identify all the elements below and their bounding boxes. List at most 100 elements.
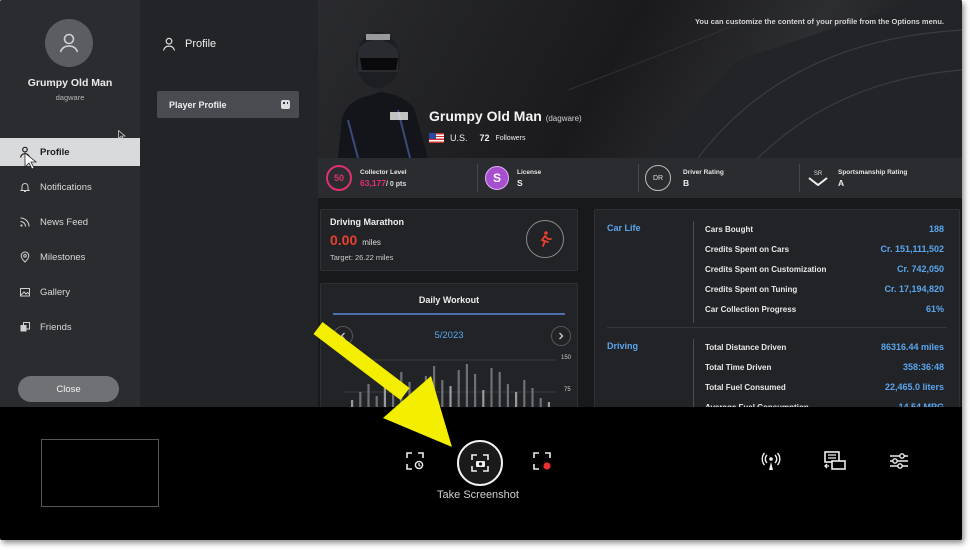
person-icon — [59, 33, 79, 53]
gallery-icon — [18, 285, 32, 299]
stat-row-value: Cr. 17,194,820 — [884, 284, 944, 294]
recent-capture-button[interactable] — [403, 449, 427, 473]
stat-row-label: Total Time Driven — [705, 363, 772, 372]
stat-row-value: Cr. 151,111,502 — [880, 244, 944, 254]
sidebar: Grumpy Old Man dagware Profile Notificat… — [0, 0, 140, 407]
sidebar-item-notifications[interactable]: Notifications — [0, 173, 140, 201]
toolbar-caption: Take Screenshot — [437, 489, 519, 501]
sidebar-item-label: Milestones — [40, 251, 86, 263]
workout-bar — [400, 372, 403, 410]
followers-label: Followers — [495, 134, 526, 142]
stat-row-label: Credits Spent on Cars — [705, 245, 790, 254]
license-badge: S — [485, 166, 509, 190]
sidebar-item-news-feed[interactable]: News Feed — [0, 208, 140, 236]
divider — [799, 164, 800, 192]
face-icon — [281, 100, 290, 109]
profile-name: Grumpy Old Man (dagware) — [429, 108, 582, 124]
sportsmanship-value: A — [838, 177, 845, 188]
collector-points-value: 63,177 — [360, 177, 386, 188]
record-button[interactable] — [530, 449, 554, 473]
share-screen-button[interactable] — [822, 449, 848, 473]
bell-icon — [18, 180, 32, 194]
workout-bar — [523, 380, 526, 410]
collector-points-suffix: / 0 pts — [386, 180, 407, 188]
workout-bar — [490, 368, 493, 410]
sportsmanship-label: Sportsmanship Rating — [838, 168, 908, 176]
marathon-value: 0.00 — [330, 232, 358, 248]
stat-row-label: Total Fuel Consumed — [705, 383, 786, 392]
stat-row-label: Total Distance Driven — [705, 343, 787, 352]
profile-meta: U.S. 72 Followers — [429, 133, 525, 143]
stat-row-label: Car Collection Progress — [705, 305, 797, 314]
marathon-unit: miles — [362, 238, 381, 247]
us-flag-icon — [429, 133, 444, 143]
stat-row-value: 22,465.0 liters — [884, 382, 944, 392]
profile-subpanel: Profile — [140, 0, 318, 407]
sidebar-item-profile[interactable]: Profile — [0, 138, 140, 166]
workout-bar — [424, 376, 427, 410]
driver-rating-label: Driver Rating — [683, 168, 724, 176]
user-name: Grumpy Old Man — [27, 77, 113, 89]
stats-strip: 50 Collector Level 63,177/ 0 pts S Licen… — [318, 158, 962, 198]
stat-collector-level[interactable]: 50 Collector Level 63,177/ 0 pts — [326, 158, 407, 198]
player-profile-label: Player Profile — [169, 99, 227, 110]
stat-driver-rating[interactable]: DR Driver Rating B — [645, 158, 724, 198]
workout-bar — [408, 382, 411, 410]
stat-sportsmanship-rating[interactable]: SR Sportsmanship Rating A — [806, 158, 907, 198]
stat-row-label: Credits Spent on Tuning — [705, 285, 798, 294]
country: U.S. — [450, 133, 468, 143]
workout-bar — [383, 378, 386, 410]
broadcast-icon — [761, 452, 781, 470]
daily-workout-card: Daily Workout 5/2023 150 75 — [320, 283, 578, 411]
system-toolbar: Take Screenshot — [0, 407, 962, 540]
marathon-title: Driving Marathon — [330, 217, 405, 227]
divider — [638, 164, 639, 192]
stat-row-label: Credits Spent on Customization — [705, 265, 827, 274]
sliders-icon — [890, 453, 908, 469]
app-frame: Grumpy Old Man dagware Profile Notificat… — [0, 0, 962, 540]
collector-points: 63,177/ 0 pts — [360, 178, 407, 188]
divider — [693, 339, 694, 410]
driver-rating-badge: DR — [645, 165, 671, 191]
stat-row-value: 86316.44 miles — [880, 342, 944, 352]
player-profile-button[interactable]: Player Profile — [157, 91, 299, 118]
sidebar-item-milestones[interactable]: Milestones — [0, 243, 140, 271]
sidebar-item-friends[interactable]: Friends — [0, 313, 140, 341]
sidebar-item-label: Notifications — [40, 181, 92, 193]
workout-bar — [441, 380, 444, 410]
broadcast-button[interactable] — [759, 449, 783, 473]
stat-license[interactable]: S License S — [485, 158, 541, 198]
options-button[interactable] — [887, 449, 911, 473]
driver-rating-value: B — [683, 177, 690, 188]
driving-marathon-card[interactable]: Driving Marathon 0.00 miles Target: 26.2… — [320, 209, 578, 271]
record-icon — [533, 452, 551, 470]
stat-row-value: Cr. 742,050 — [896, 264, 944, 274]
take-screenshot-button[interactable] — [457, 440, 503, 486]
marathon-target: Target: 26.22 miles — [330, 253, 394, 262]
workout-bar — [433, 366, 436, 410]
close-button[interactable]: Close — [18, 376, 119, 402]
share-screen-icon — [824, 451, 846, 470]
marathon-value-row: 0.00 miles — [330, 232, 381, 248]
profile-handle: (dagware) — [545, 114, 582, 123]
person-icon — [162, 37, 176, 51]
divider — [607, 327, 947, 328]
marathon-icon — [526, 220, 564, 258]
camera-capture-icon — [471, 454, 489, 472]
workout-bar — [465, 364, 468, 410]
workout-bar — [498, 372, 501, 410]
profile-name-text: Grumpy Old Man — [429, 108, 542, 124]
avatar[interactable] — [45, 19, 93, 67]
collector-level-label: Collector Level — [360, 168, 407, 176]
user-id: dagware — [55, 93, 85, 102]
workout-bar — [474, 374, 477, 410]
license-label: License — [517, 168, 542, 176]
workout-bar — [457, 370, 460, 410]
friends-icon — [18, 320, 32, 334]
rss-icon — [18, 215, 32, 229]
divider — [477, 164, 478, 192]
sidebar-item-label: Friends — [40, 321, 72, 333]
profile-banner: You can customize the content of your pr… — [318, 0, 962, 158]
stat-row-value: 188 — [928, 224, 944, 234]
sidebar-item-gallery[interactable]: Gallery — [0, 278, 140, 306]
